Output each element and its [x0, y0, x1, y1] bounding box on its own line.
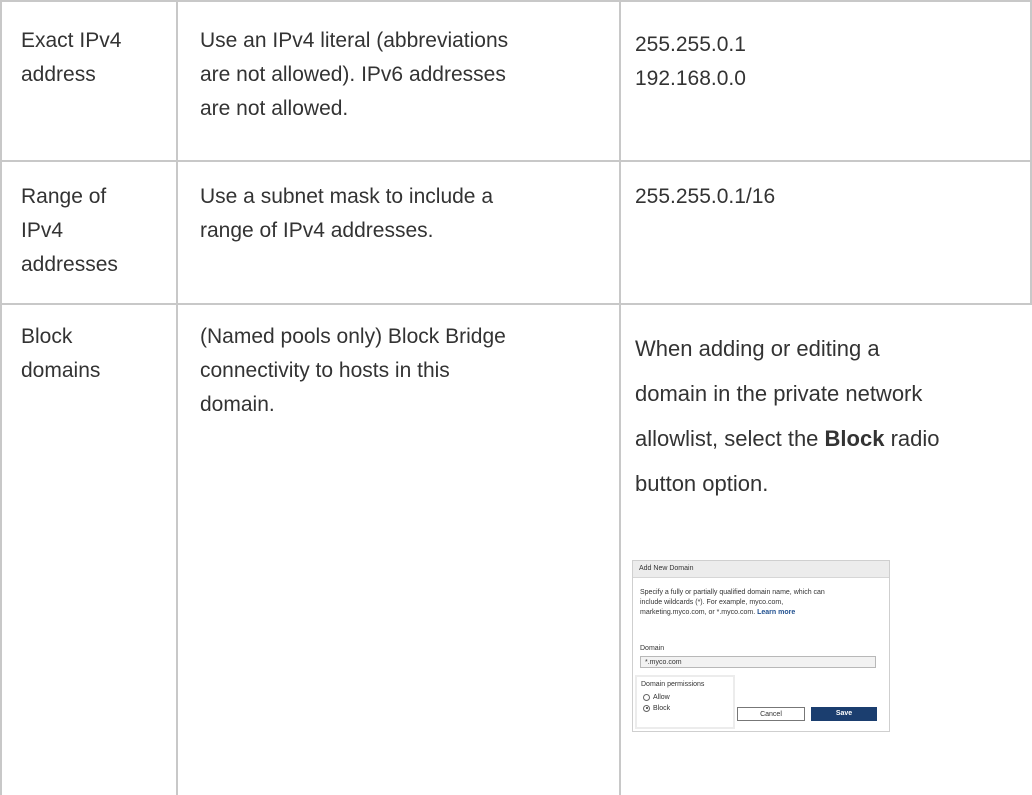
block-emphasis: Block — [824, 426, 885, 451]
address-types-table: Exact IPv4 address Use an IPv4 literal (… — [0, 0, 1032, 795]
row-2-type-cell: Range of IPv4 addresses — [21, 180, 118, 282]
row-2-type-line: IPv4 — [21, 219, 64, 242]
radio-selected-icon[interactable] — [643, 704, 650, 712]
row-3-type-line: Block — [21, 325, 73, 348]
save-button[interactable]: Save — [811, 707, 877, 721]
dialog-description: Specify a fully or partially qualified d… — [640, 588, 880, 618]
row-1-example-line: 255.255.0.1 — [635, 33, 746, 56]
row-divider-2 — [0, 303, 1032, 305]
block-label: Block — [653, 705, 671, 712]
example-text: allowlist, select the — [635, 426, 825, 451]
column-divider-1 — [176, 0, 178, 795]
dialog-description-line: include wildcards (*). For example, myco… — [640, 599, 784, 606]
radio-unselected-icon[interactable] — [643, 693, 650, 701]
row-3-example-cell: When adding or editing a domain in the p… — [635, 326, 940, 506]
row-3-description-line: connectivity to hosts in this — [200, 359, 450, 382]
row-divider-1 — [0, 160, 1032, 162]
row-2-description-line: range of IPv4 addresses. — [200, 219, 434, 242]
row-3-example-line: button option. — [635, 471, 769, 496]
domain-label: Domain — [640, 645, 665, 652]
domain-permissions-group: Domain permissions Allow Block — [637, 677, 733, 727]
row-1-description-cell: Use an IPv4 literal (abbreviations are n… — [200, 24, 508, 126]
row-3-description-line: (Named pools only) Block Bridge — [200, 325, 506, 348]
row-3-type-line: domains — [21, 359, 101, 382]
row-1-description-line: Use an IPv4 literal (abbreviations — [200, 29, 509, 52]
row-3-example-line: domain in the private network — [635, 381, 923, 406]
row-1-type-cell: Exact IPv4 address — [21, 24, 121, 92]
row-3-example-line: When adding or editing a — [635, 336, 880, 361]
row-2-type-line: Range of — [21, 185, 107, 208]
row-3-description-line: domain. — [200, 393, 275, 416]
learn-more-link[interactable]: Learn more — [757, 609, 795, 616]
example-text: radio — [884, 426, 940, 451]
row-1-type-line: address — [21, 63, 96, 86]
column-divider-2 — [619, 0, 621, 795]
row-1-type-line: Exact IPv4 — [21, 29, 122, 52]
row-1-example-line: 192.168.0.0 — [635, 67, 746, 90]
row-2-example-cell: 255.255.0.1/16 — [635, 180, 775, 214]
block-radio-option[interactable]: Block — [643, 704, 670, 714]
table-border-left — [0, 0, 2, 795]
row-2-example-line: 255.255.0.1/16 — [635, 185, 776, 208]
cancel-button[interactable]: Cancel — [737, 707, 805, 721]
allow-radio-option[interactable]: Allow — [643, 693, 670, 703]
row-3-type-cell: Block domains — [21, 320, 100, 388]
add-new-domain-dialog: Add New Domain Specify a fully or partia… — [632, 560, 890, 732]
domain-input[interactable]: *.myco.com — [640, 656, 876, 668]
row-2-type-line: addresses — [21, 253, 118, 276]
row-1-example-cell: 255.255.0.1 192.168.0.0 — [635, 28, 746, 96]
allow-label: Allow — [653, 694, 670, 701]
row-1-description-line: are not allowed). IPv6 addresses — [200, 63, 506, 86]
dialog-description-line: Specify a fully or partially qualified d… — [640, 589, 825, 596]
dialog-title: Add New Domain — [633, 561, 889, 578]
domain-permissions-label: Domain permissions — [641, 681, 705, 688]
row-3-description-cell: (Named pools only) Block Bridge connecti… — [200, 320, 506, 422]
dialog-description-line: marketing.myco.com, or *.myco.com. Learn… — [640, 608, 880, 618]
table-border-top — [0, 0, 1032, 2]
row-2-description-cell: Use a subnet mask to include a range of … — [200, 180, 493, 248]
row-2-description-line: Use a subnet mask to include a — [200, 185, 493, 208]
row-1-description-line: are not allowed. — [200, 97, 349, 120]
dialog-description-text: marketing.myco.com, or *.myco.com. — [640, 609, 756, 616]
row-3-example-line: allowlist, select the Block radio — [635, 416, 940, 461]
